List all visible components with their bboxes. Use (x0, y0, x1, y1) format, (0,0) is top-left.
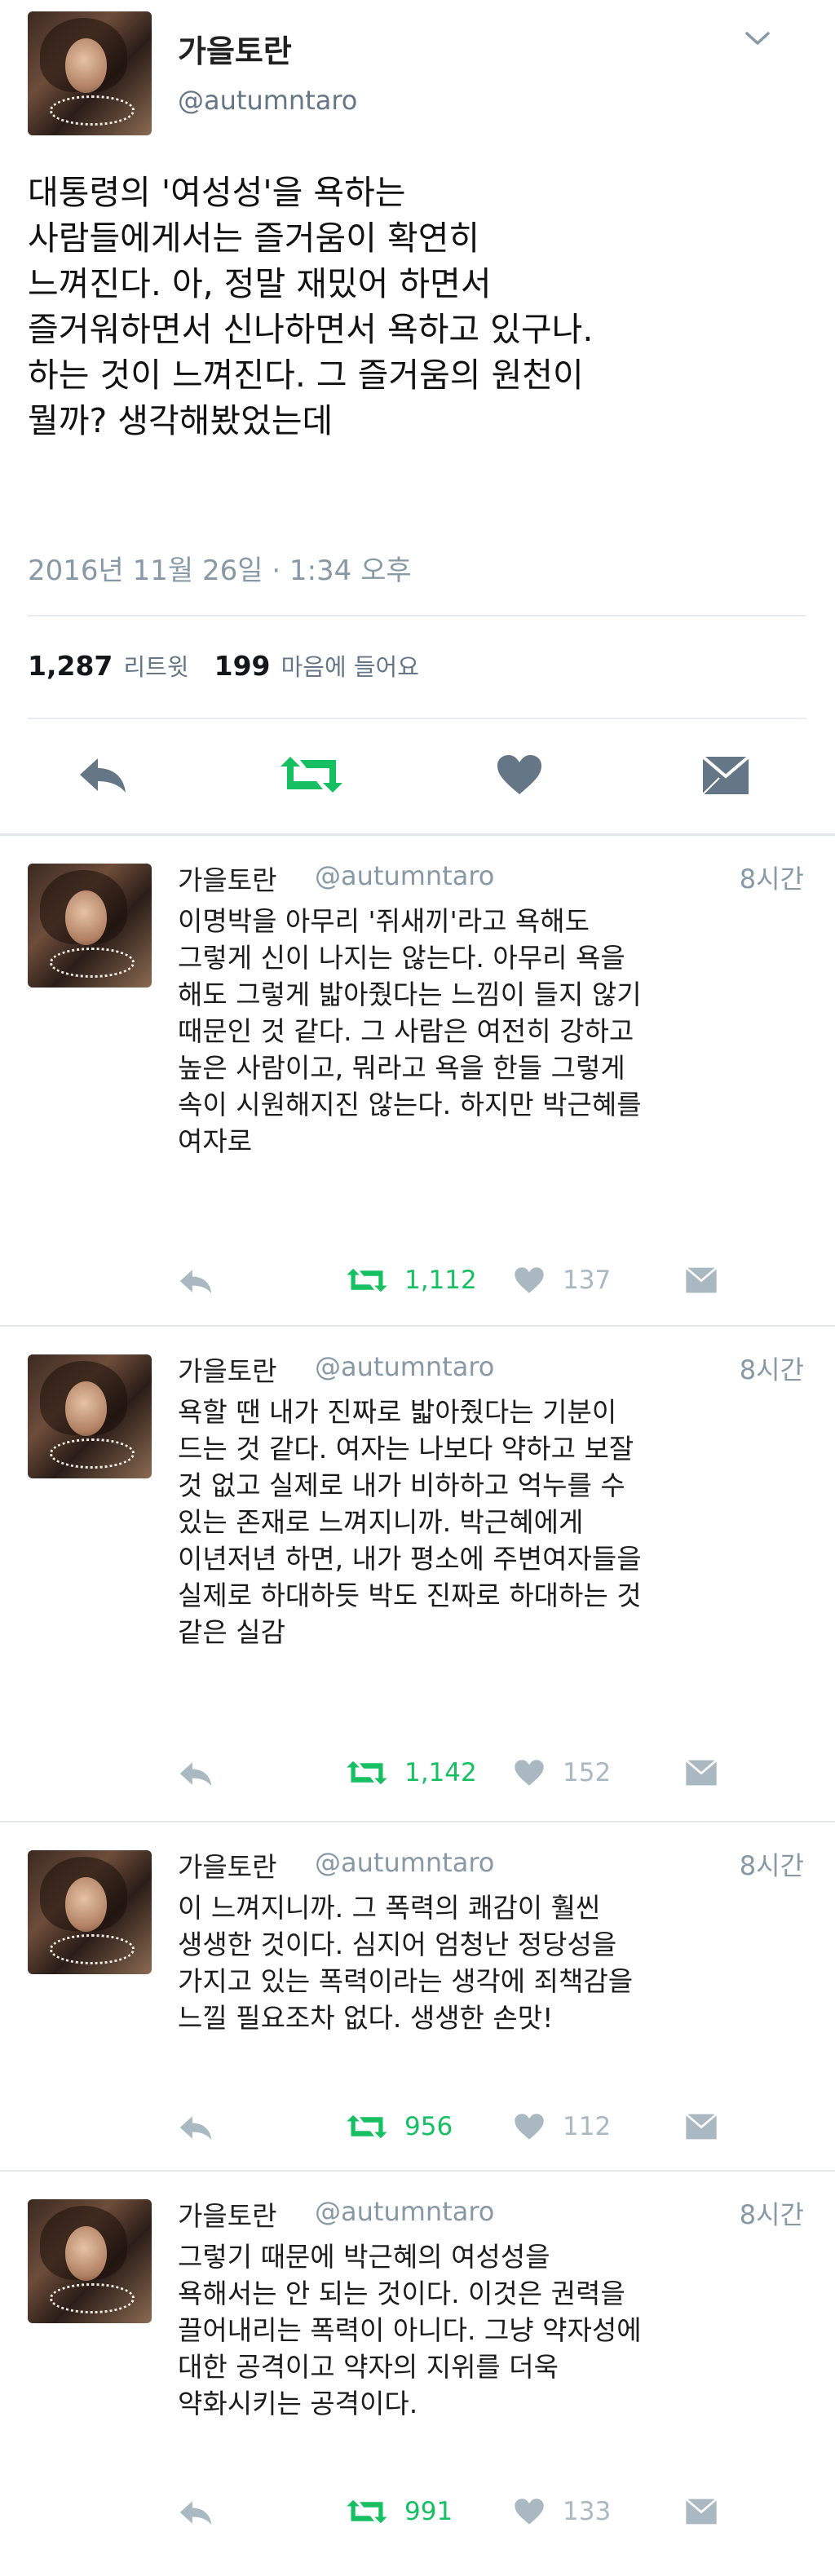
reply-author-name[interactable]: 가을토란 (178, 859, 276, 898)
reply-icon[interactable] (77, 753, 129, 796)
avatar[interactable] (28, 2199, 152, 2323)
reply-text: 그렇기 때문에 박근혜의 여성성을 욕해서는 안 되는 것이다. 이것은 권력을… (178, 2241, 642, 2419)
reply-text: 이명박을 아무리 '쥐새끼'라고 욕해도 그렇게 신이 나지는 않는다. 아무리… (178, 905, 642, 1157)
avatar[interactable] (28, 11, 152, 135)
tweet-detail-screen: { "main_tweet": { "name": "가을토란", "handl… (0, 0, 835, 2576)
reply-icon[interactable] (178, 2113, 214, 2142)
divider (28, 615, 806, 616)
like-count[interactable]: 199 (214, 650, 271, 682)
heart-icon[interactable] (514, 1759, 545, 1787)
reply-text: 이 느껴지니까. 그 폭력의 쾌감이 훨씬 생생한 것이다. 심지어 엄청난 정… (178, 1892, 634, 2034)
like-count: 137 (563, 1266, 612, 1295)
reply-author-handle[interactable]: @autumntaro (315, 1847, 494, 1878)
reply-author-handle[interactable]: @autumntaro (315, 1351, 494, 1382)
retweet-count: 956 (404, 2112, 453, 2141)
reply-time: 8시간 (739, 1354, 804, 1385)
heart-icon[interactable] (496, 753, 543, 796)
heart-icon[interactable] (514, 1266, 545, 1294)
reply-tweet[interactable]: 가을토란 @autumntaro 8시간 이 느껴지니까. 그 폭력의 쾌감이 … (0, 1823, 835, 2172)
author-handle[interactable]: @autumntaro (178, 85, 357, 116)
reply-icon[interactable] (178, 1759, 214, 1788)
message-icon[interactable] (685, 1266, 718, 1294)
heart-icon[interactable] (514, 2498, 545, 2525)
reply-author-name[interactable]: 가을토란 (178, 2194, 276, 2234)
divider (28, 718, 806, 719)
chevron-down-icon[interactable] (744, 29, 771, 47)
retweet-icon[interactable] (346, 2498, 388, 2525)
reply-tweet[interactable]: 가을토란 @autumntaro 8시간 이명박을 아무리 '쥐새끼'라고 욕해… (0, 836, 835, 1327)
message-icon[interactable] (701, 755, 750, 796)
like-label[interactable]: 마음에 들어요 (281, 653, 419, 681)
reply-icon[interactable] (178, 1266, 214, 1296)
reply-time: 8시간 (739, 1850, 804, 1881)
reply-text: 욕할 땐 내가 진짜로 밟아줬다는 기분이 드는 것 같다. 여자는 나보다 약… (178, 1396, 642, 1648)
retweet-icon[interactable] (346, 1266, 388, 1294)
retweet-count: 991 (404, 2497, 453, 2526)
like-count: 152 (563, 1758, 612, 1787)
message-icon[interactable] (685, 2113, 718, 2141)
reply-author-handle[interactable]: @autumntaro (315, 2196, 494, 2227)
tweet-timestamp: 2016년 11월 26일 · 1:34 오후 (28, 555, 412, 587)
message-icon[interactable] (685, 2498, 718, 2525)
retweet-icon[interactable] (346, 2113, 388, 2141)
reply-time: 8시간 (739, 2199, 804, 2230)
retweet-count: 1,142 (404, 1758, 477, 1787)
reply-author-name[interactable]: 가을토란 (178, 1845, 276, 1885)
message-icon[interactable] (685, 1759, 718, 1787)
heart-icon[interactable] (514, 2113, 545, 2141)
retweet-count[interactable]: 1,287 (28, 650, 113, 682)
tweet-text: 대통령의 '여성성'을 욕하는 사람들에게서는 즐거움이 확연히 느껴진다. 아… (28, 173, 594, 440)
avatar[interactable] (28, 1850, 152, 1974)
avatar[interactable] (28, 1354, 152, 1478)
reply-tweet[interactable]: 가을토란 @autumntaro 8시간 그렇기 때문에 박근혜의 여성성을 욕… (0, 2172, 835, 2576)
retweet-label[interactable]: 리트윗 (123, 653, 188, 681)
tweet-stats: 1,287 리트윗 199 마음에 들어요 (28, 648, 419, 683)
avatar[interactable] (28, 864, 152, 988)
retweet-count: 1,112 (404, 1266, 477, 1295)
reply-tweet[interactable]: 가을토란 @autumntaro 8시간 욕할 땐 내가 진짜로 밟아줬다는 기… (0, 1327, 835, 1823)
reply-time: 8시간 (739, 864, 804, 895)
reply-author-handle[interactable]: @autumntaro (315, 860, 494, 891)
retweet-icon[interactable] (279, 753, 344, 796)
reply-icon[interactable] (178, 2498, 214, 2527)
retweet-icon[interactable] (346, 1759, 388, 1787)
like-count: 133 (563, 2497, 612, 2526)
like-count: 112 (563, 2112, 612, 2141)
author-name[interactable]: 가을토란 (178, 26, 292, 71)
reply-author-name[interactable]: 가을토란 (178, 1350, 276, 1389)
